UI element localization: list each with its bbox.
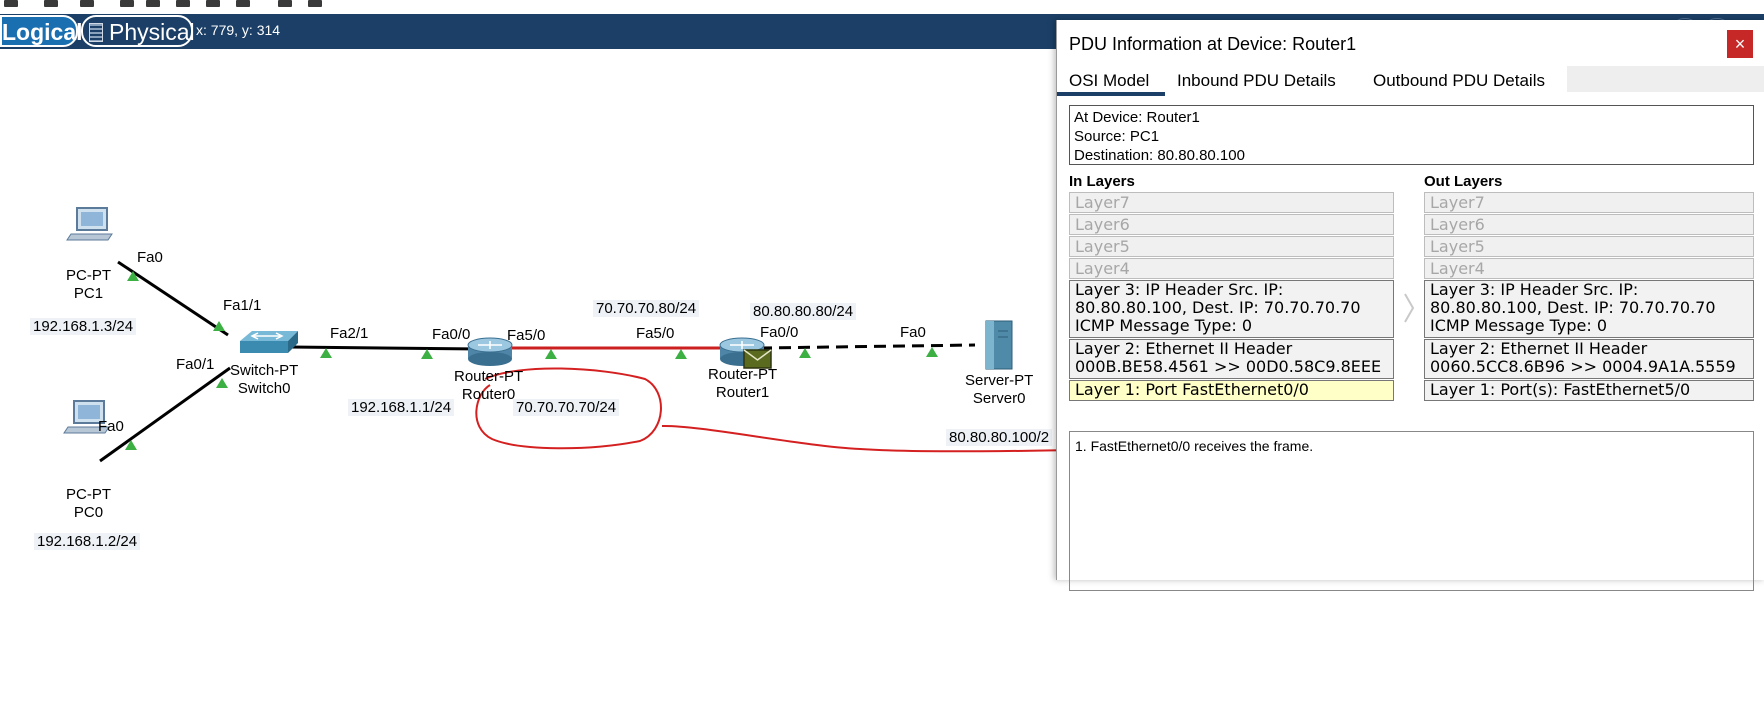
out-layer-2-line-1: Layer 2: Ethernet II Header (1430, 339, 1648, 358)
in-layer-1[interactable]: Layer 1: Port FastEthernet0/0 (1069, 380, 1394, 401)
out-layer-2[interactable]: Layer 2: Ethernet II Header 0060.5CC8.6B… (1424, 339, 1754, 379)
port-label-r1-fa0-0: Fa0/0 (760, 324, 799, 341)
tab-osi-model[interactable]: OSI Model (1069, 71, 1149, 91)
port-label-sw-fa1-1: Fa1/1 (223, 297, 262, 314)
close-icon: × (1734, 34, 1746, 54)
destination-text: Destination: 80.80.80.100 (1074, 147, 1245, 164)
out-layer-1[interactable]: Layer 1: Port(s): FastEthernet5/0 (1424, 380, 1754, 401)
at-device-text: At Device: Router1 (1074, 109, 1200, 126)
link-switch0-router0[interactable] (289, 345, 481, 351)
draw-icon[interactable] (176, 0, 190, 7)
link-router1-server0[interactable] (759, 343, 976, 350)
pc1-icon[interactable] (66, 207, 113, 241)
switch0-label: Switch-PT Switch0 (230, 362, 299, 397)
viewport-icon[interactable] (278, 0, 292, 7)
pdu-panel-title: PDU Information at Device: Router1 (1069, 34, 1357, 54)
cursor-coordinates: x: 779, y: 314 (196, 22, 281, 38)
pdu-tabs: OSI Model Inbound PDU Details Outbound P… (1057, 65, 1764, 96)
tab-outbound-pdu-details[interactable]: Outbound PDU Details (1373, 71, 1545, 91)
ip-label-router1-wan: 70.70.70.80/24 (593, 300, 700, 317)
pc1-label: PC-PT PC1 (66, 267, 111, 302)
port-label-pc0-fa0: Fa0 (98, 418, 124, 435)
router0-icon[interactable] (467, 337, 513, 366)
logical-view-button[interactable]: Logical (0, 15, 83, 47)
pdu-summary-box: At Device: Router1 Source: PC1 Destinati… (1069, 105, 1754, 165)
physical-label: Physical (109, 19, 195, 45)
select-icon[interactable] (4, 0, 18, 7)
out-layer-3[interactable]: Layer 3: IP Header Src. IP: 80.80.80.100… (1424, 280, 1754, 338)
ip-label-pc1: 192.168.1.3/24 (30, 318, 137, 335)
server0-label: Server-PT Server0 (965, 372, 1034, 407)
port-label-sw-fa0-1: Fa0/1 (176, 356, 215, 373)
server0-icon[interactable] (985, 320, 1013, 370)
ip-label-pc0: 192.168.1.2/24 (34, 533, 141, 550)
pdu-icon[interactable] (206, 0, 220, 7)
in-layer-6[interactable]: Layer6 (1069, 214, 1394, 235)
out-layer-6[interactable]: Layer6 (1424, 214, 1754, 235)
out-layer-5[interactable]: Layer5 (1424, 236, 1754, 257)
switch0-icon[interactable] (240, 331, 298, 353)
port-label-srv-fa0: Fa0 (900, 324, 926, 341)
port-label-pc1-fa0: Fa0 (137, 249, 163, 266)
in-layer-2[interactable]: Layer 2: Ethernet II Header 000B.BE58.45… (1069, 339, 1394, 379)
chevron-right-icon (1404, 293, 1415, 323)
out-layer-2-line-2: 0060.5CC8.6B96 >> 0004.9A1A.5559 (1430, 357, 1736, 376)
in-layer-2-line-2: 000B.BE58.4561 >> 00D0.58C9.8EEE (1075, 357, 1382, 376)
pc0-label: PC-PT PC0 (66, 486, 111, 521)
in-layers-heading: In Layers (1069, 173, 1135, 190)
physical-view-button[interactable]: Physical (81, 15, 195, 47)
complex-pdu-icon[interactable] (236, 0, 250, 7)
ip-label-router0-wan: 70.70.70.70/24 (513, 399, 620, 416)
in-layer-3-line-3: ICMP Message Type: 0 (1075, 316, 1253, 335)
source-text: Source: PC1 (1074, 128, 1160, 145)
resize-icon[interactable] (120, 0, 134, 7)
topology-canvas[interactable] (0, 49, 1060, 579)
close-button[interactable]: × (1727, 30, 1753, 58)
link-pc0-switch0[interactable] (99, 366, 231, 463)
out-layer-3-line-3: ICMP Message Type: 0 (1430, 316, 1608, 335)
ip-label-router1-lan: 80.80.80.80/24 (750, 303, 857, 320)
layer-description-box: 1. FastEthernet0/0 receives the frame. (1069, 431, 1754, 591)
out-layer-7[interactable]: Layer7 (1424, 192, 1754, 213)
ip-label-server: 80.80.80.100/2 (946, 429, 1053, 446)
in-layer-2-line-1: Layer 2: Ethernet II Header (1075, 339, 1293, 358)
port-label-r1-fa5-0: Fa5/0 (636, 325, 675, 342)
top-toolbar-strip (0, 0, 1764, 14)
port-label-sw-fa2-1: Fa2/1 (330, 325, 369, 342)
in-layer-3[interactable]: Layer 3: IP Header Src. IP: 80.80.80.100… (1069, 280, 1394, 338)
tab-inbound-pdu-details[interactable]: Inbound PDU Details (1177, 71, 1336, 91)
pdu-info-panel: PDU Information at Device: Router1 × OSI… (1056, 20, 1764, 591)
port-label-r0-fa0-0: Fa0/0 (432, 326, 471, 343)
out-layer-3-line-1: Layer 3: IP Header Src. IP: (1430, 280, 1639, 299)
port-label-r0-fa5-0: Fa5/0 (507, 327, 546, 344)
in-layer-7[interactable]: Layer7 (1069, 192, 1394, 213)
inspect-icon[interactable] (44, 0, 58, 7)
router1-label: Router-PT Router1 (708, 366, 778, 401)
cluster-icon[interactable] (308, 0, 322, 7)
ip-label-router0-lan: 192.168.1.1/24 (348, 399, 455, 416)
note-icon[interactable] (146, 0, 160, 7)
out-layer-4[interactable]: Layer4 (1424, 258, 1754, 279)
out-layer-3-line-2: 80.80.80.100, Dest. IP: 70.70.70.70 (1430, 298, 1716, 317)
in-layer-3-line-1: Layer 3: IP Header Src. IP: (1075, 280, 1284, 299)
delete-icon[interactable] (80, 0, 94, 7)
in-layer-4[interactable]: Layer4 (1069, 258, 1394, 279)
in-layer-3-line-2: 80.80.80.100, Dest. IP: 70.70.70.70 (1075, 298, 1361, 317)
active-tab-indicator (1057, 92, 1165, 96)
physical-icon (89, 23, 103, 42)
out-layers-heading: Out Layers (1424, 173, 1503, 190)
layer-description-text: 1. FastEthernet0/0 receives the frame. (1075, 438, 1314, 454)
in-layer-5[interactable]: Layer5 (1069, 236, 1394, 257)
tab-bar-filler (1567, 66, 1764, 92)
